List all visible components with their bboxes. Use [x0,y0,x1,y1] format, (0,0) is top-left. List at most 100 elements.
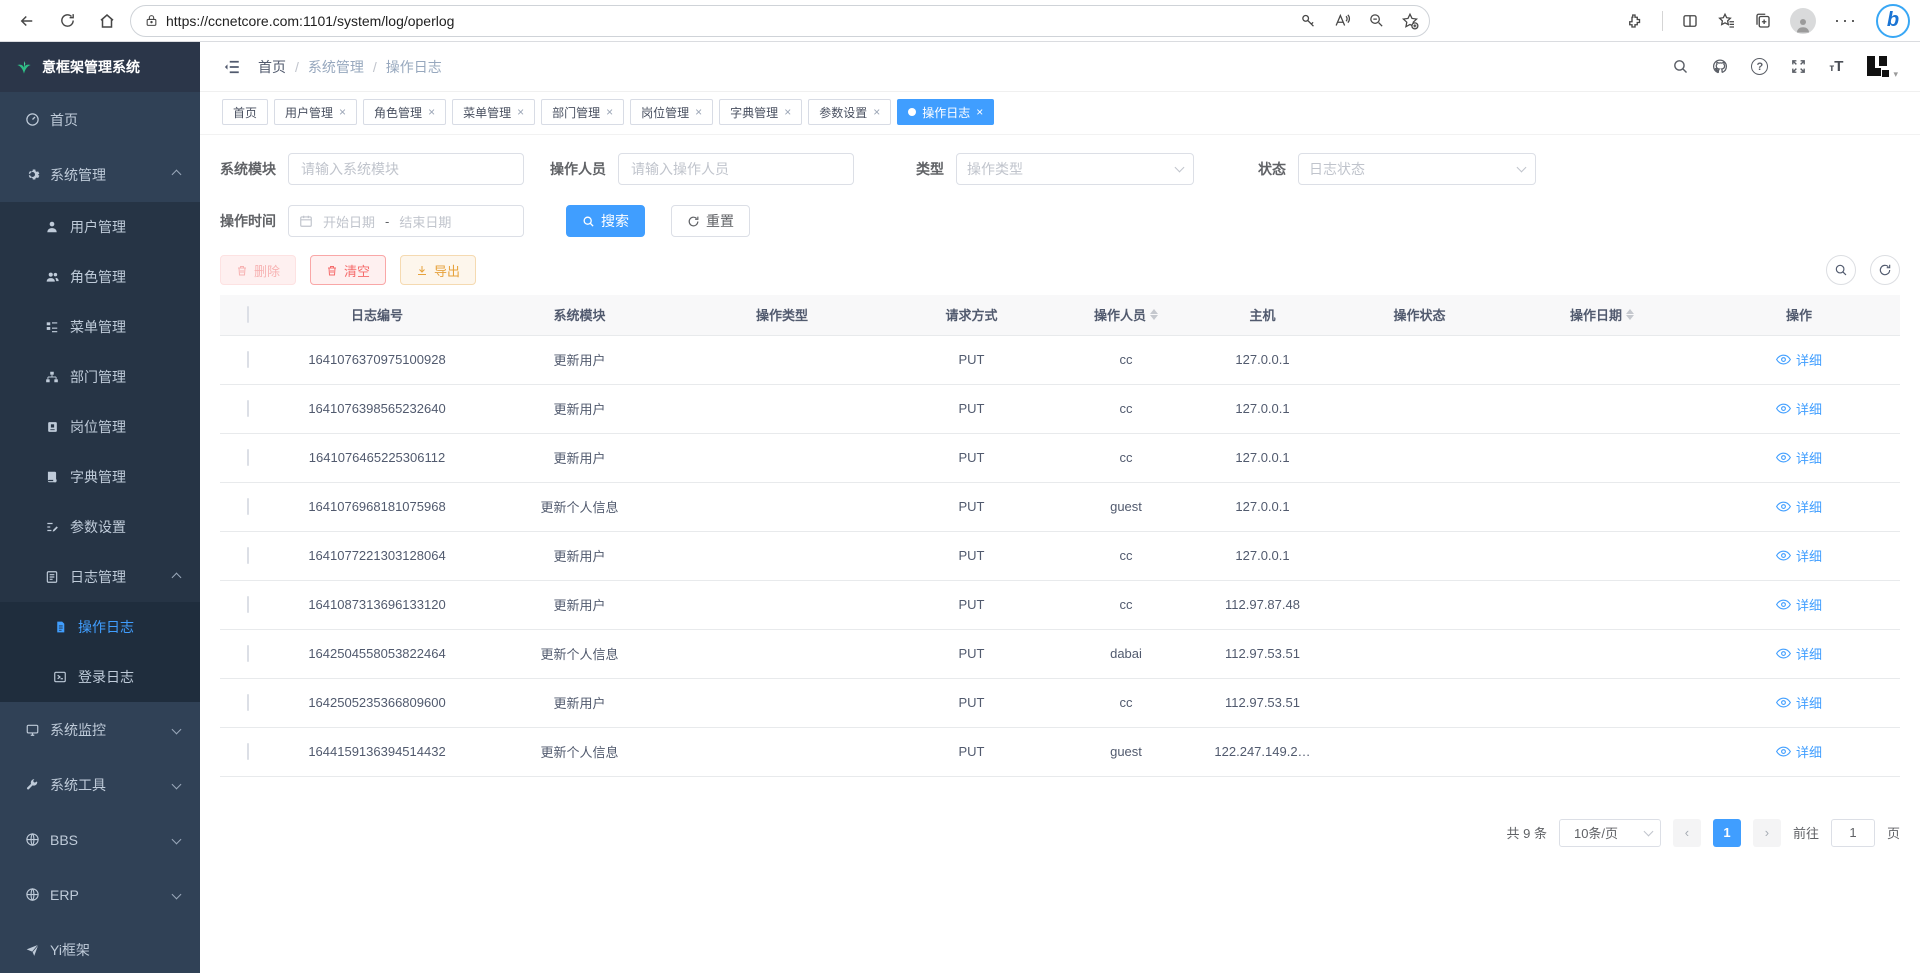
back-icon[interactable] [10,4,44,38]
sidebar-item-role-mgmt[interactable]: 角色管理 [0,252,200,302]
sidebar-item-login-log[interactable]: 登录日志 [0,652,200,702]
tab-close-icon[interactable]: × [339,105,346,119]
detail-link[interactable]: 详细 [1776,497,1822,516]
status-select[interactable]: 日志状态 [1298,153,1536,185]
sidebar-item-system-mgmt[interactable]: 系统管理 [0,147,200,202]
sidebar-item-log-mgmt[interactable]: 日志管理 [0,552,200,602]
tab[interactable]: 字典管理 × [719,99,802,125]
tab[interactable]: 岗位管理 × [630,99,713,125]
export-button[interactable]: 导出 [400,255,476,285]
sidebar-item-user-mgmt[interactable]: 用户管理 [0,202,200,252]
row-checkbox[interactable] [247,645,249,662]
detail-link[interactable]: 详细 [1776,399,1822,418]
module-input[interactable] [288,153,524,185]
tab[interactable]: 角色管理 × [363,99,446,125]
next-page-button[interactable]: › [1753,819,1781,847]
detail-link[interactable]: 详细 [1776,742,1822,761]
sort-icon[interactable] [1150,309,1158,320]
row-checkbox[interactable] [247,547,249,564]
read-aloud-icon[interactable] [1333,12,1352,29]
tab-close-icon[interactable]: × [695,105,702,119]
detail-link[interactable]: 详细 [1776,644,1822,663]
home-icon[interactable] [90,4,124,38]
col-date[interactable]: 操作日期 [1506,295,1698,335]
sidebar-item-erp[interactable]: ERP [0,867,200,922]
operator-input[interactable] [618,153,854,185]
sidebar-item-yi-framework[interactable]: Yi框架 [0,922,200,973]
delete-button[interactable]: 删除 [220,255,296,285]
tab-close-icon[interactable]: × [428,105,435,119]
sidebar-item-system-monitor[interactable]: 系统监控 [0,702,200,757]
sidebar-item-menu-mgmt[interactable]: 菜单管理 [0,302,200,352]
sidebar-item-param-settings[interactable]: 参数设置 [0,502,200,552]
bing-chat-icon[interactable]: b [1876,4,1910,38]
chevron-down-icon[interactable]: ▾ [1893,69,1898,80]
tab-close-icon[interactable]: × [873,105,880,119]
table-refresh-icon[interactable] [1870,255,1900,285]
tab[interactable]: 参数设置 × [808,99,891,125]
tab[interactable]: 操作日志 × [897,99,994,125]
type-select[interactable]: 操作类型 [956,153,1194,185]
detail-link[interactable]: 详细 [1776,693,1822,712]
clear-button[interactable]: 清空 [310,255,386,285]
sidebar-item-post-mgmt[interactable]: 岗位管理 [0,402,200,452]
prev-page-button[interactable]: ‹ [1673,819,1701,847]
select-all-checkbox[interactable] [247,306,249,323]
detail-link[interactable]: 详细 [1776,448,1822,467]
github-icon[interactable] [1711,58,1729,75]
split-screen-icon[interactable] [1681,12,1699,30]
settings-more-icon[interactable]: ··· [1834,10,1858,31]
tab[interactable]: 首页 [222,99,268,125]
table-search-toggle-icon[interactable] [1826,255,1856,285]
row-checkbox[interactable] [247,449,249,466]
tab-close-icon[interactable]: × [976,105,983,119]
favorite-add-icon[interactable] [1401,12,1419,30]
tab-close-icon[interactable]: × [517,105,524,119]
extensions-icon[interactable] [1626,12,1644,30]
sidebar-item-dict-mgmt[interactable]: 字典管理 [0,452,200,502]
sidebar-item-bbs[interactable]: BBS [0,812,200,867]
lock-icon[interactable] [145,13,158,28]
sidebar-item-oper-log[interactable]: 操作日志 [0,602,200,652]
row-checkbox[interactable] [247,351,249,368]
row-checkbox[interactable] [247,498,249,515]
sidebar-item-home[interactable]: 首页 [0,92,200,147]
tab-close-icon[interactable]: × [606,105,613,119]
font-size-icon[interactable]: тT [1829,58,1843,75]
tab[interactable]: 菜单管理 × [452,99,535,125]
yi-logo-icon[interactable]: ▾ [1865,54,1898,80]
password-key-icon[interactable] [1300,12,1317,29]
sidebar-item-system-tools[interactable]: 系统工具 [0,757,200,812]
url-text[interactable]: https://ccnetcore.com:1101/system/log/op… [166,13,1292,29]
sidebar-item-dept-mgmt[interactable]: 部门管理 [0,352,200,402]
reset-button[interactable]: 重置 [671,205,750,237]
refresh-icon[interactable] [50,4,84,38]
detail-link[interactable]: 详细 [1776,546,1822,565]
menu-fold-icon[interactable] [222,58,242,76]
search-button[interactable]: 搜索 [566,205,645,237]
row-checkbox[interactable] [247,743,249,760]
tab-close-icon[interactable]: × [784,105,791,119]
header-search-icon[interactable] [1672,58,1689,75]
row-checkbox[interactable] [247,694,249,711]
row-checkbox[interactable] [247,596,249,613]
help-icon[interactable]: ? [1751,58,1768,75]
zoom-out-icon[interactable] [1368,12,1385,29]
date-range-picker[interactable]: 开始日期 - 结束日期 [288,205,524,237]
tab[interactable]: 用户管理 × [274,99,357,125]
fullscreen-icon[interactable] [1790,58,1807,75]
page-1-button[interactable]: 1 [1713,819,1741,847]
collections-icon[interactable] [1754,12,1772,30]
col-operator[interactable]: 操作人员 [1060,295,1192,335]
detail-link[interactable]: 详细 [1776,350,1822,369]
sort-icon[interactable] [1626,309,1634,320]
goto-page-input[interactable] [1831,819,1875,847]
address-bar[interactable]: https://ccnetcore.com:1101/system/log/op… [130,5,1430,37]
tab[interactable]: 部门管理 × [541,99,624,125]
favorites-bar-icon[interactable] [1717,12,1736,30]
breadcrumb-home[interactable]: 首页 [258,57,286,77]
detail-link[interactable]: 详细 [1776,595,1822,614]
profile-avatar[interactable] [1790,8,1816,34]
page-size-select[interactable]: 10条/页 [1559,819,1661,847]
row-checkbox[interactable] [247,400,249,417]
